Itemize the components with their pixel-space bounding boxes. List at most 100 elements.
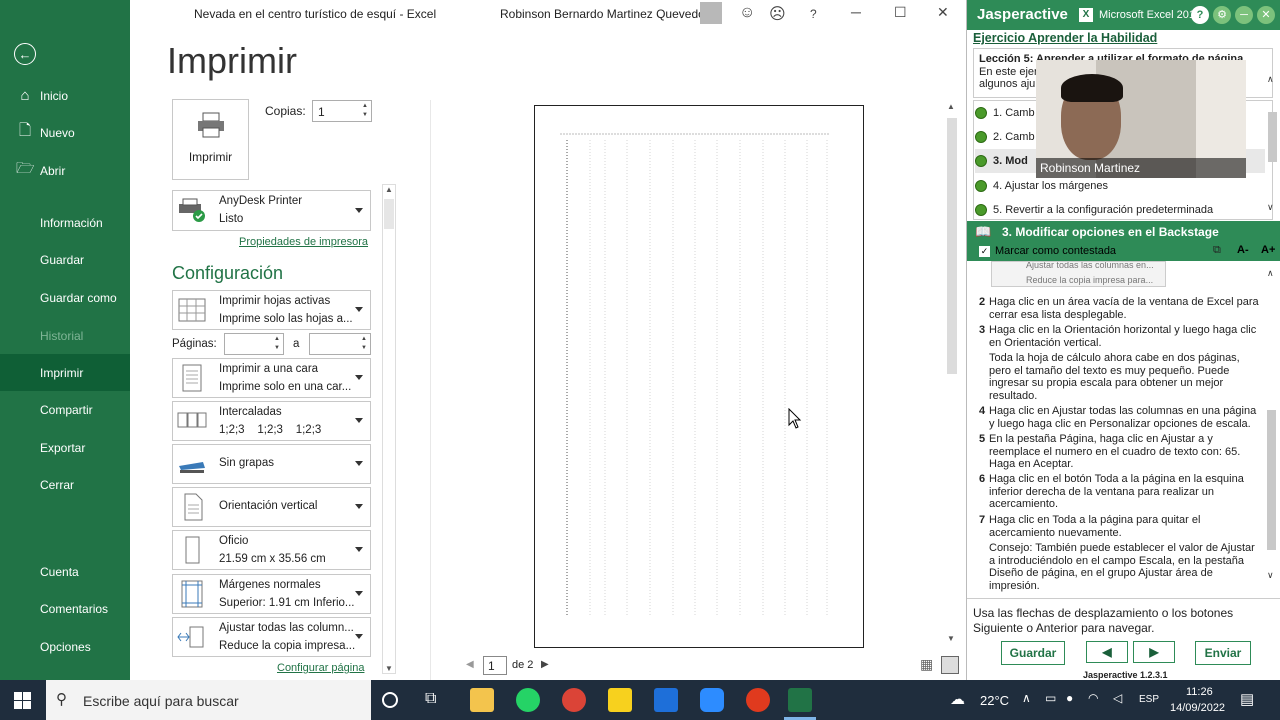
scroll-thumb[interactable] — [947, 118, 957, 374]
copy-icon[interactable]: ⧉ — [1213, 244, 1221, 257]
preview-scrollbar[interactable]: ▲ ▼ — [944, 100, 960, 648]
nav-cuenta[interactable]: Cuenta — [0, 553, 130, 590]
margins-select[interactable]: Márgenes normales Superior: 1.91 cm Infe… — [172, 574, 371, 614]
nav-inicio[interactable]: ⌂ Inicio — [0, 77, 130, 114]
close-icon[interactable]: ✕ — [937, 4, 949, 21]
user-name: Robinson Bernardo Martinez Quevedo — [500, 7, 705, 21]
avatar[interactable] — [700, 2, 722, 24]
lesson-scrollbar[interactable]: ∧ ∨ — [1265, 52, 1279, 218]
close-icon[interactable]: ✕ — [1257, 6, 1275, 24]
next-page-icon[interactable]: ▶ — [541, 659, 549, 670]
staple-select[interactable]: Sin grapas — [172, 444, 371, 484]
scroll-thumb[interactable] — [384, 199, 394, 229]
sticky-notes-icon[interactable] — [608, 688, 632, 712]
print-preview-page — [534, 105, 864, 648]
wifi-icon[interactable]: ◠ — [1088, 691, 1098, 705]
collate-select[interactable]: Intercaladas 1;2;3 1;2;3 1;2;3 — [172, 401, 371, 441]
copies-input[interactable]: 1 ▲ ▼ — [312, 100, 372, 122]
scroll-up-icon[interactable]: ∧ — [1267, 268, 1274, 279]
excel-taskbar-icon[interactable] — [788, 688, 812, 712]
prev-page-icon[interactable]: ◀ — [466, 659, 474, 670]
nav-compartir[interactable]: Compartir — [0, 391, 130, 428]
nav-historial: Historial — [40, 328, 84, 343]
cortana-icon[interactable] — [382, 692, 398, 708]
microphone-icon[interactable]: ● — [1066, 691, 1073, 705]
spin-down-icon[interactable]: ▼ — [362, 112, 368, 119]
nav-guardar[interactable]: Guardar — [0, 241, 130, 278]
nav-exportar[interactable]: Exportar — [0, 429, 130, 466]
whatsapp-icon[interactable] — [516, 688, 540, 712]
show-margins-icon[interactable]: ▦ — [920, 656, 933, 673]
nav-informacion[interactable]: Información — [0, 204, 130, 241]
print-button[interactable]: Imprimir — [172, 99, 249, 180]
photos-icon[interactable] — [654, 688, 678, 712]
current-page-input[interactable]: 1 — [483, 656, 507, 675]
volume-icon[interactable]: ◁ — [1113, 691, 1122, 705]
checkbox-checked-icon[interactable]: ✓ — [979, 246, 990, 257]
settings-scrollbar[interactable]: ▲ ▼ — [382, 184, 396, 674]
page-count: de 2 — [512, 659, 534, 671]
zoom-icon[interactable] — [700, 688, 724, 712]
new-file-icon: 🗋 — [18, 122, 32, 139]
send-button[interactable]: Enviar — [1195, 641, 1251, 665]
minimize-icon[interactable]: ─ — [1235, 6, 1253, 24]
back-arrow-icon[interactable]: ← — [14, 43, 36, 65]
scroll-thumb[interactable] — [1267, 410, 1276, 550]
task-view-icon[interactable]: ⧉ — [425, 690, 436, 708]
nav-opciones[interactable]: Opciones — [0, 628, 130, 665]
windows-start-icon[interactable] — [14, 692, 31, 709]
scaling-select[interactable]: Ajustar todas las column... Reduce la co… — [172, 617, 371, 657]
scroll-down-icon[interactable]: ▼ — [947, 634, 955, 643]
settings-icon[interactable]: ⚙ — [1213, 6, 1231, 24]
previous-button[interactable]: ◀ — [1086, 641, 1128, 663]
zoom-to-page-icon[interactable] — [941, 656, 959, 674]
language-indicator[interactable]: ESP — [1139, 694, 1159, 705]
scroll-up-icon[interactable]: ∧ — [1267, 74, 1274, 85]
file-explorer-icon[interactable] — [470, 688, 494, 712]
scroll-down-icon[interactable]: ∨ — [1267, 202, 1274, 213]
maximize-icon[interactable]: ☐ — [894, 4, 907, 21]
scroll-down-icon[interactable]: ∨ — [1267, 570, 1274, 581]
scroll-up-icon[interactable]: ▲ — [947, 102, 955, 111]
spin-up-icon[interactable]: ▲ — [362, 103, 368, 110]
chevron-down-icon — [355, 461, 363, 466]
nav-guardar-como[interactable]: Guardar como — [0, 279, 130, 316]
minimize-icon[interactable]: ─ — [851, 4, 861, 20]
orientation-select[interactable]: Orientación vertical — [172, 487, 371, 527]
notifications-icon[interactable]: ▤ — [1240, 690, 1254, 708]
scroll-thumb[interactable] — [1268, 112, 1277, 162]
chevron-down-icon — [355, 207, 363, 213]
network-icon[interactable]: ▭ — [1045, 691, 1056, 705]
help-button[interactable]: ? — [810, 7, 817, 21]
nav-comentarios[interactable]: Comentarios — [0, 590, 130, 627]
lesson-item[interactable]: 5. Revertir a la configuración predeterm… — [975, 198, 1265, 222]
taskbar-search[interactable]: ⚲ Escribe aquí para buscar — [46, 680, 371, 720]
instructions-scrollbar[interactable]: ∧ ∨ — [1265, 268, 1279, 588]
nav-imprimir[interactable]: Imprimir — [0, 354, 130, 391]
smile-icon[interactable]: ☺ — [739, 4, 755, 22]
font-decrease-button[interactable]: A- — [1237, 244, 1249, 256]
help-icon[interactable]: ? — [1191, 6, 1209, 24]
config-heading: Configuración — [172, 263, 284, 283]
nav-cerrar[interactable]: Cerrar — [0, 466, 130, 503]
font-increase-button[interactable]: A+ — [1261, 244, 1275, 256]
weather-icon[interactable]: ☁ — [950, 690, 965, 708]
scroll-down-icon[interactable]: ▼ — [385, 664, 393, 673]
page-setup-link[interactable]: Configurar página — [277, 662, 364, 674]
printer-properties-link[interactable]: Propiedades de impresora — [239, 236, 368, 248]
chevron-up-icon[interactable]: ∧ — [1022, 691, 1031, 705]
sides-select[interactable]: Imprimir a una cara Imprime solo en una … — [172, 358, 371, 398]
jasperactive-icon[interactable] — [746, 688, 770, 712]
next-button[interactable]: ▶ — [1133, 641, 1175, 663]
paper-size-select[interactable]: Oficio 21.59 cm x 35.56 cm — [172, 530, 371, 570]
print-what-select[interactable]: Imprimir hojas activas Imprime solo las … — [172, 290, 371, 330]
pages-to-input[interactable]: ▲ ▼ — [309, 333, 371, 355]
printer-select[interactable]: AnyDesk Printer Listo — [172, 190, 371, 231]
nav-abrir[interactable]: 🗁 Abrir — [0, 152, 130, 189]
scroll-up-icon[interactable]: ▲ — [385, 185, 393, 194]
chrome-icon[interactable] — [562, 688, 586, 712]
frown-icon[interactable]: ☹ — [769, 4, 786, 24]
pages-from-input[interactable]: ▲ ▼ — [224, 333, 284, 355]
nav-nuevo[interactable]: 🗋 Nuevo — [0, 114, 130, 151]
save-button[interactable]: Guardar — [1001, 641, 1065, 665]
